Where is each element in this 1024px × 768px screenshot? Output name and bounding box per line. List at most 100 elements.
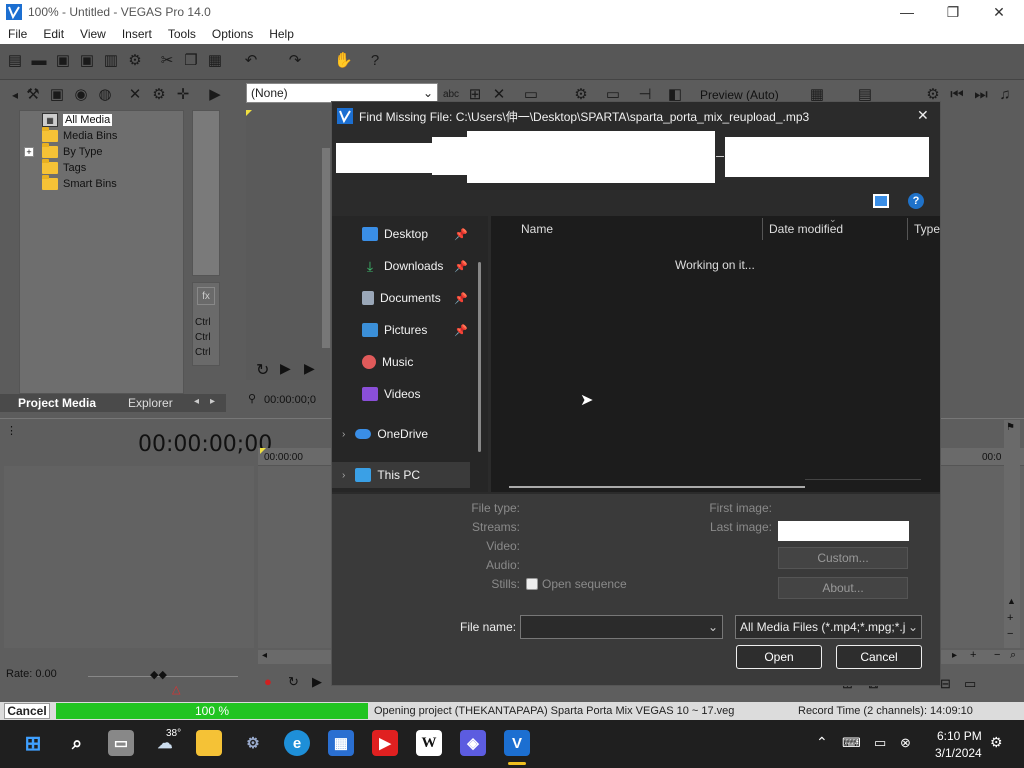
search-box[interactable] bbox=[725, 137, 929, 177]
app-icon[interactable]: ◈ bbox=[460, 730, 486, 756]
nav-item-onedrive[interactable]: › OneDrive bbox=[342, 424, 428, 444]
menu-tools[interactable]: Tools bbox=[160, 27, 204, 41]
zoom-in-icon[interactable]: + bbox=[1007, 612, 1013, 624]
column-date-modified[interactable]: Date modified bbox=[769, 216, 843, 242]
web-icon[interactable]: ◍ bbox=[96, 86, 114, 104]
fx-icon[interactable]: fx bbox=[197, 287, 215, 305]
audio-icon[interactable]: ♫ bbox=[996, 86, 1014, 104]
menu-help[interactable]: Help bbox=[261, 27, 302, 41]
address-bar[interactable] bbox=[467, 131, 715, 183]
play-from-start-icon[interactable]: ▶ bbox=[312, 674, 322, 690]
nav-item-documents[interactable]: Documents bbox=[362, 288, 441, 308]
nav-scrollbar[interactable] bbox=[478, 262, 481, 452]
tab-project-media[interactable]: Project Media bbox=[10, 394, 104, 412]
edit-mode-icon[interactable]: ⊟ bbox=[940, 676, 951, 692]
cancel-loading-button[interactable]: Cancel bbox=[4, 703, 50, 719]
chevron-down-icon[interactable]: ⌄ bbox=[708, 616, 718, 638]
play-icon[interactable]: ▶ bbox=[304, 360, 315, 377]
close-button[interactable]: ✕ bbox=[976, 0, 1022, 24]
media-tools-icon[interactable]: ⚒ bbox=[24, 86, 42, 104]
notification-icon[interactable]: ⚙ bbox=[990, 734, 1003, 751]
cancel-button[interactable]: Cancel bbox=[836, 645, 922, 669]
start-icon[interactable]: ⊞ bbox=[20, 730, 46, 756]
play-icon[interactable]: ▶ bbox=[206, 86, 224, 104]
tab-scroll-left-icon[interactable]: ◂ bbox=[194, 396, 199, 407]
search-icon[interactable]: ⌕ bbox=[64, 730, 90, 756]
tree-item-media-bins[interactable]: Media Bins bbox=[42, 127, 117, 144]
tree-item-by-type[interactable]: + By Type bbox=[24, 143, 103, 160]
tree-item-smart-bins[interactable]: Smart Bins bbox=[42, 175, 117, 192]
preset-dropdown[interactable]: (None) ⌄ bbox=[246, 83, 438, 103]
wikipedia-icon[interactable]: W bbox=[416, 730, 442, 756]
zoom-out-icon[interactable]: − bbox=[1007, 628, 1013, 640]
open-button[interactable]: Open bbox=[736, 645, 822, 669]
save-icon[interactable]: ▣ bbox=[54, 52, 72, 70]
youtube-icon[interactable]: ▶ bbox=[372, 730, 398, 756]
render-icon[interactable]: ▥ bbox=[102, 52, 120, 70]
loop-icon[interactable]: ↻ bbox=[256, 360, 269, 380]
nav-item-downloads[interactable]: ⤓ Downloads bbox=[362, 256, 443, 276]
zoom-in-h-icon[interactable]: + bbox=[970, 649, 976, 661]
edit-tool-icon[interactable]: ✋ bbox=[334, 52, 353, 70]
nav-item-music[interactable]: Music bbox=[362, 352, 413, 372]
marker-flag-icon[interactable]: ⚑ bbox=[1006, 422, 1015, 433]
scroll-up-icon[interactable]: ▲ bbox=[1007, 596, 1016, 606]
save-as-icon[interactable]: ▣ bbox=[78, 52, 96, 70]
redo-icon[interactable]: ↷ bbox=[286, 52, 304, 70]
menu-view[interactable]: View bbox=[72, 27, 114, 41]
settings-icon[interactable]: ⚙ bbox=[240, 730, 266, 756]
custom-button[interactable]: Custom... bbox=[778, 547, 908, 569]
dialog-close-button[interactable]: ✕ bbox=[917, 107, 929, 124]
chevron-right-icon[interactable]: › bbox=[342, 470, 345, 481]
chevron-right-icon[interactable]: › bbox=[342, 429, 345, 440]
tab-explorer[interactable]: Explorer bbox=[120, 394, 181, 412]
tree-item-tags[interactable]: Tags bbox=[42, 159, 86, 176]
nav-item-thispc[interactable]: › This PC bbox=[342, 465, 420, 485]
store-icon[interactable]: ▦ bbox=[328, 730, 354, 756]
import-icon[interactable]: ◂ bbox=[6, 86, 24, 104]
nav-item-videos[interactable]: Videos bbox=[362, 384, 420, 404]
record-icon[interactable]: ● bbox=[264, 674, 272, 689]
clock-time[interactable]: 6:10 PM bbox=[937, 729, 982, 743]
zoom-out-h-icon[interactable]: − bbox=[994, 649, 1000, 661]
up-button-area[interactable] bbox=[432, 137, 468, 175]
timeline-menu-icon[interactable]: ⋮ bbox=[6, 424, 17, 437]
loop-playback-icon[interactable]: ↻ bbox=[288, 674, 299, 690]
copy-icon[interactable]: ❐ bbox=[182, 52, 200, 70]
tab-scroll-right-icon[interactable]: ▸ bbox=[210, 396, 215, 407]
scroll-left-icon[interactable]: ◂ bbox=[262, 650, 267, 661]
back-forward-area[interactable] bbox=[336, 143, 432, 173]
open-sequence-checkbox[interactable] bbox=[526, 578, 538, 590]
new-icon[interactable]: ▤ bbox=[6, 52, 24, 70]
fx-icon[interactable]: ✛ bbox=[174, 86, 192, 104]
next-frame-icon[interactable]: ⏭ bbox=[972, 86, 990, 104]
nav-item-desktop[interactable]: Desktop bbox=[362, 224, 428, 244]
keyboard-icon[interactable]: ⌨ bbox=[842, 735, 861, 751]
horizontal-scrollbar-thumb[interactable] bbox=[509, 486, 805, 488]
expand-icon[interactable]: + bbox=[24, 147, 34, 157]
restore-button[interactable]: ❐ bbox=[930, 0, 976, 24]
scroll-right-icon[interactable]: ▸ bbox=[952, 650, 957, 661]
file-name-input[interactable]: ⌄ bbox=[520, 615, 723, 639]
edge-icon[interactable]: e bbox=[284, 730, 310, 756]
task-view-icon[interactable]: ▭ bbox=[108, 730, 134, 756]
rate-slider-thumb-icon[interactable]: ◆◆ bbox=[150, 668, 167, 681]
column-type[interactable]: Type bbox=[914, 216, 940, 242]
cut-icon[interactable]: ✂ bbox=[158, 52, 176, 70]
preview-pane-icon[interactable] bbox=[873, 194, 889, 208]
properties-icon[interactable]: ⚙ bbox=[150, 86, 168, 104]
minimize-button[interactable]: — bbox=[884, 0, 930, 24]
zoom-tool-icon[interactable]: ⌕ bbox=[1010, 649, 1016, 662]
volume-muted-icon[interactable]: ⊗ bbox=[900, 735, 911, 751]
last-image-field[interactable] bbox=[778, 521, 909, 541]
nav-item-pictures[interactable]: Pictures bbox=[362, 320, 427, 340]
preview-quality-dropdown[interactable]: Preview (Auto) bbox=[700, 88, 779, 102]
capture-icon[interactable]: ▣ bbox=[48, 86, 66, 104]
paste-icon[interactable]: ▦ bbox=[206, 52, 224, 70]
prev-frame-icon[interactable]: ⏮ bbox=[948, 86, 966, 104]
menu-options[interactable]: Options bbox=[204, 27, 261, 41]
settings-icon[interactable]: ⚙ bbox=[126, 52, 144, 70]
menu-insert[interactable]: Insert bbox=[114, 27, 160, 41]
menu-file[interactable]: File bbox=[0, 27, 35, 41]
play-from-start-icon[interactable]: ▶ bbox=[280, 360, 291, 377]
